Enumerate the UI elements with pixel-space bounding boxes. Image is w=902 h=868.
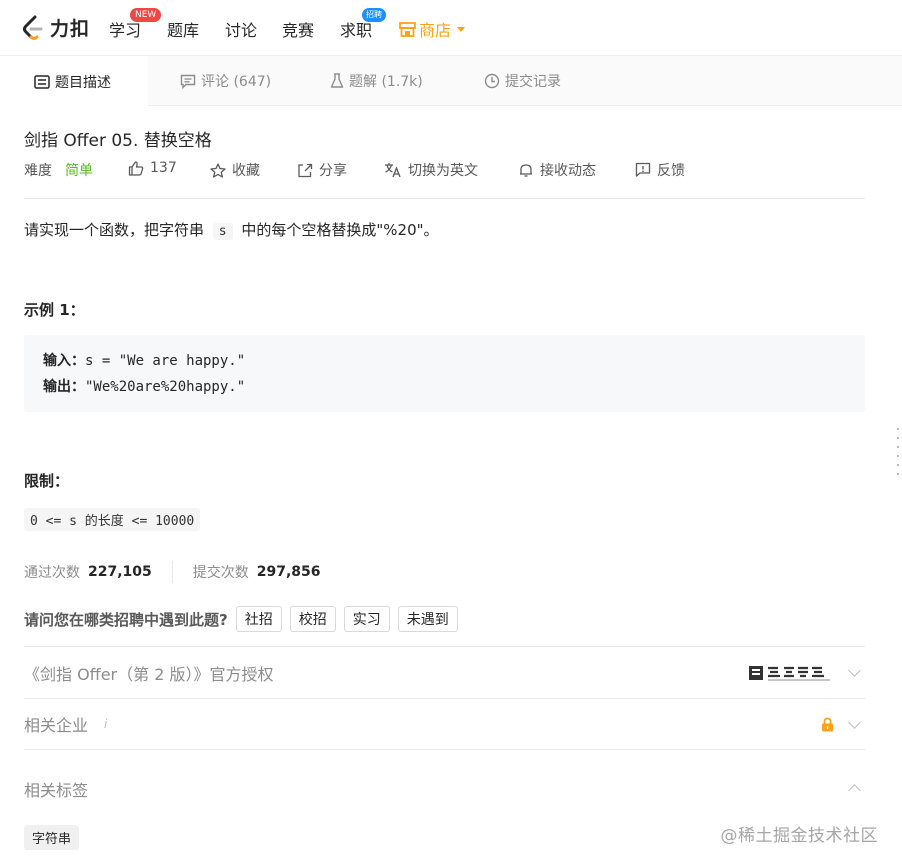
related-companies-row[interactable]: 相关企业 i	[24, 698, 865, 749]
related-tags-label: 相关标签	[24, 780, 89, 800]
subscribe-label: 接收动态	[540, 163, 596, 179]
store-icon	[399, 21, 416, 37]
watermark: @稀土掘金技术社区	[720, 826, 878, 846]
difficulty-value: 简单	[65, 163, 93, 179]
chevron-down-icon[interactable]	[848, 715, 861, 729]
new-badge: NEW	[130, 8, 162, 22]
scrollbar-handle[interactable]	[897, 428, 900, 484]
switch-language-button[interactable]: 切换为英文	[384, 160, 478, 180]
subscribe-button[interactable]: 接收动态	[518, 160, 596, 180]
nav-shop[interactable]: 商店	[399, 17, 466, 41]
nav-problems[interactable]: 题库	[167, 17, 199, 41]
clock-icon	[484, 73, 500, 89]
difficulty: 难度 简单	[24, 160, 93, 180]
interview-survey: 请问您在哪类招聘中遇到此题? 社招 校招 实习 未遇到	[24, 606, 458, 632]
book-license-row[interactable]: 《剑指 Offer（第 2 版）》官方授权	[24, 646, 865, 698]
submission-stats: 通过次数 227,105 提交次数 297,856	[24, 561, 321, 583]
limit-code: 0 <= s 的长度 <= 10000	[24, 508, 201, 531]
tab-submissions[interactable]: 提交记录	[484, 56, 561, 106]
example-output-line: 输出："We%20are%20happy."	[43, 374, 846, 400]
problem-description: 请实现一个函数，把字符串 s 中的每个空格替换成"%20"。	[24, 219, 439, 240]
leetcode-logo-icon	[23, 15, 43, 40]
chevron-up-icon[interactable]	[848, 784, 861, 797]
thumbs-up-icon	[128, 160, 144, 176]
chevron-down-icon[interactable]	[848, 664, 861, 677]
favorite-label: 收藏	[232, 163, 260, 179]
publisher-logo-icon	[749, 665, 830, 680]
output-label: 输出：	[43, 379, 85, 395]
tab-solutions-label: 题解 (1.7k)	[349, 74, 423, 90]
survey-not-met-button[interactable]: 未遇到	[397, 606, 458, 632]
example-input-line: 输入：s = "We are happy."	[43, 348, 846, 374]
lock-icon	[822, 717, 833, 731]
tab-submissions-label: 提交记录	[505, 74, 561, 90]
caret-down-icon	[457, 26, 466, 32]
tab-description-label: 题目描述	[55, 74, 111, 91]
related-companies-label: 相关企业	[24, 716, 89, 735]
difficulty-label: 难度	[24, 163, 52, 179]
output-value: "We%20are%20happy."	[85, 379, 246, 395]
accepted-label: 通过次数	[24, 565, 80, 581]
logo[interactable]: 力扣	[22, 14, 90, 41]
input-value: s = "We are happy."	[85, 353, 246, 369]
share-label: 分享	[319, 163, 347, 179]
star-icon	[210, 162, 226, 178]
survey-internship-button[interactable]: 实习	[343, 606, 390, 632]
share-icon	[298, 163, 313, 177]
feedback-button[interactable]: 反馈	[635, 160, 685, 180]
top-nav: 力扣 学习 NEW 题库 讨论 竞赛 求职 招聘 商店	[0, 0, 902, 56]
survey-social-hire-button[interactable]: 社招	[235, 606, 282, 632]
related-tags-right	[834, 750, 865, 827]
bell-icon	[520, 164, 532, 177]
hiring-badge: 招聘	[362, 8, 386, 22]
book-license-right	[748, 647, 865, 698]
brand-name: 力扣	[50, 18, 91, 40]
flask-icon	[330, 73, 344, 88]
accepted-count: 227,105	[88, 564, 152, 580]
related-companies-right	[821, 699, 865, 749]
problem-title: 剑指 Offer 05. 替换空格	[24, 131, 212, 151]
survey-question: 请问您在哪类招聘中遇到此题?	[24, 610, 228, 629]
description-icon	[34, 74, 50, 89]
submissions-count: 297,856	[256, 564, 321, 580]
info-icon: i	[104, 717, 108, 731]
survey-campus-hire-button[interactable]: 校招	[289, 606, 336, 632]
related-tags-row[interactable]: 相关标签	[24, 749, 865, 827]
nav-discuss[interactable]: 讨论	[225, 17, 257, 41]
stats-separator	[171, 561, 173, 583]
submissions-label: 提交次数	[192, 565, 249, 581]
favorite-button[interactable]: 收藏	[210, 160, 260, 180]
tag-string[interactable]: 字符串	[24, 825, 80, 850]
tab-comments-label: 评论 (647)	[201, 74, 272, 90]
feedback-icon	[635, 162, 651, 177]
shop-label: 商店	[419, 21, 452, 40]
meta-divider	[24, 198, 865, 199]
nav-contest[interactable]: 竞赛	[282, 17, 314, 41]
translate-icon	[385, 163, 401, 178]
share-button[interactable]: 分享	[297, 160, 347, 180]
feedback-label: 反馈	[657, 163, 685, 179]
book-license-text: 《剑指 Offer（第 2 版）》官方授权	[24, 664, 274, 684]
description-text-before: 请实现一个函数，把字符串	[24, 221, 209, 239]
problem-tabs: 题目描述 评论 (647) 题解 (1.7k) 提交记录	[0, 56, 902, 107]
switch-language-label: 切换为英文	[408, 163, 478, 179]
like-count: 137	[150, 160, 177, 176]
tab-comments[interactable]: 评论 (647)	[180, 56, 271, 106]
description-text-after: 中的每个空格替换成"%20"。	[236, 221, 439, 239]
example-heading: 示例 1：	[24, 301, 85, 319]
description-code: s	[212, 223, 233, 240]
comment-icon	[180, 74, 196, 89]
tab-description[interactable]: 题目描述	[0, 56, 148, 107]
like-button[interactable]: 137	[128, 160, 177, 176]
input-label: 输入：	[43, 353, 85, 369]
limit-heading: 限制：	[24, 472, 70, 490]
tab-solutions[interactable]: 题解 (1.7k)	[330, 56, 423, 106]
example-block: 输入：s = "We are happy." 输出："We%20are%20ha…	[24, 335, 865, 412]
